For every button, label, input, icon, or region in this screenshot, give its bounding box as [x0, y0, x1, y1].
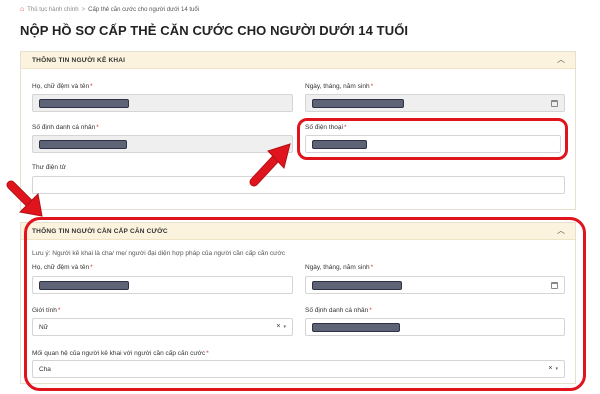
- declarant-email-label: Thư điện tử: [32, 164, 66, 171]
- applicant-gender-label: Giới tính*: [32, 307, 61, 314]
- declarant-section-title: THÔNG TIN NGƯỜI KÊ KHAI: [32, 56, 126, 64]
- declarant-name-field[interactable]: [32, 94, 293, 112]
- declarant-dob-label: Ngày, tháng, năm sinh*: [305, 83, 374, 90]
- applicant-gender-value: Nữ: [39, 323, 49, 331]
- applicant-note: Lưu ý: Người kê khai là cha/ mẹ/ người đ…: [32, 250, 286, 257]
- declarant-phone-label: Số điện thoại*: [305, 124, 347, 131]
- caret-down-icon[interactable]: ▾: [555, 366, 558, 372]
- select-controls: × ▾: [548, 365, 558, 372]
- applicant-id-field[interactable]: [305, 318, 565, 336]
- chevron-up-icon[interactable]: ︿: [557, 56, 565, 64]
- declarant-email-field[interactable]: [32, 176, 565, 194]
- redacted-value: [312, 322, 400, 332]
- applicant-id-label: Số định danh cá nhân*: [305, 307, 372, 314]
- applicant-gender-select[interactable]: Nữ × ▾: [32, 318, 293, 336]
- redacted-value: [39, 280, 129, 290]
- caret-down-icon[interactable]: ▾: [283, 324, 286, 330]
- declarant-section: THÔNG TIN NGƯỜI KÊ KHAI ︿ Họ, chữ đệm và…: [20, 51, 576, 210]
- select-controls: × ▾: [276, 323, 286, 330]
- applicant-section-header[interactable]: THÔNG TIN NGƯỜI CẦN CẤP CĂN CƯỚC ︿: [21, 223, 575, 240]
- clear-icon[interactable]: ×: [276, 323, 280, 330]
- breadcrumb-current: Cấp thẻ căn cước cho người dưới 14 tuổi: [88, 6, 200, 13]
- applicant-relationship-value: Cha: [39, 365, 51, 373]
- applicant-name-field[interactable]: [32, 276, 293, 294]
- clear-icon[interactable]: ×: [548, 365, 552, 372]
- applicant-name-label: Họ, chữ đệm và tên*: [32, 264, 93, 271]
- chevron-up-icon[interactable]: ︿: [557, 227, 565, 235]
- declarant-phone-field[interactable]: [305, 135, 561, 153]
- page-title: NỘP HỒ SƠ CẤP THẺ CĂN CƯỚC CHO NGƯỜI DƯỚ…: [20, 23, 409, 38]
- applicant-relationship-select[interactable]: Cha × ▾: [32, 360, 565, 378]
- home-icon[interactable]: ⌂: [20, 6, 24, 13]
- breadcrumb-home-link[interactable]: Thủ tục hành chính: [27, 7, 78, 13]
- declarant-section-header[interactable]: THÔNG TIN NGƯỜI KÊ KHAI ︿: [21, 52, 575, 69]
- redacted-value: [312, 139, 367, 149]
- redacted-value: [312, 280, 402, 290]
- applicant-section-title: THÔNG TIN NGƯỜI CẦN CẤP CĂN CƯỚC: [32, 227, 168, 235]
- applicant-dob-label: Ngày, tháng, năm sinh*: [305, 264, 374, 271]
- redacted-value: [312, 98, 404, 108]
- calendar-icon[interactable]: [551, 100, 558, 107]
- redacted-value: [39, 139, 127, 149]
- redacted-value: [39, 98, 129, 108]
- breadcrumb: ⌂ Thủ tục hành chính > Cấp thẻ căn cước …: [20, 6, 199, 13]
- declarant-name-label: Họ, chữ đệm và tên*: [32, 83, 93, 90]
- applicant-relationship-label: Mối quan hệ của người kê khai với người …: [32, 350, 209, 357]
- declarant-id-field[interactable]: [32, 135, 293, 153]
- declarant-dob-field[interactable]: [305, 94, 565, 112]
- breadcrumb-separator: >: [81, 6, 86, 13]
- calendar-icon[interactable]: [551, 282, 558, 289]
- applicant-dob-field[interactable]: [305, 276, 565, 294]
- declarant-id-label: Số định danh cá nhân*: [32, 124, 99, 131]
- applicant-section: THÔNG TIN NGƯỜI CẦN CẤP CĂN CƯỚC ︿ Lưu ý…: [20, 222, 576, 384]
